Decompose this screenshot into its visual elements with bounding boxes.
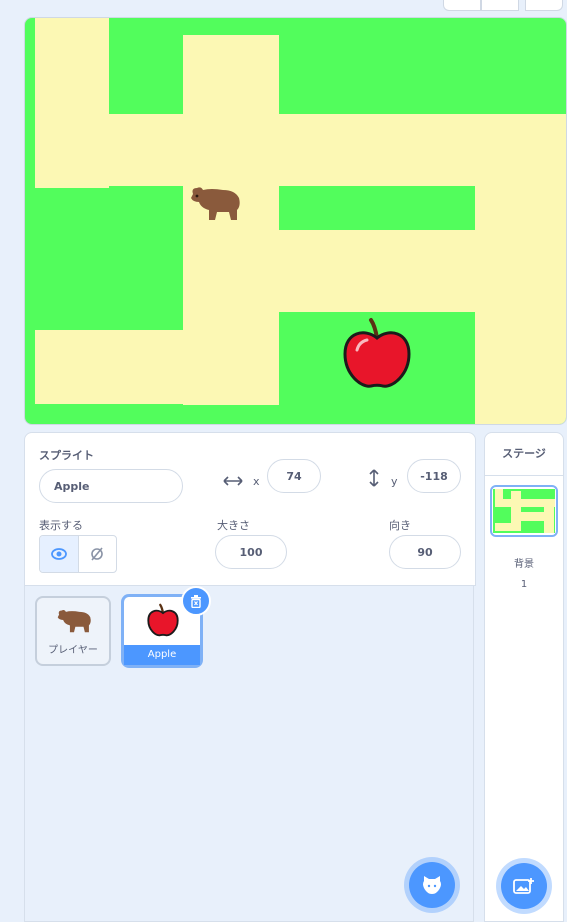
normal-stage-button[interactable] <box>481 0 519 11</box>
eye-icon <box>50 548 67 560</box>
fullscreen-button[interactable] <box>525 0 563 11</box>
sprite-tile-label: Apple <box>124 645 200 665</box>
apple-icon <box>147 603 179 637</box>
stage-canvas[interactable] <box>24 17 567 425</box>
trash-icon <box>191 594 201 608</box>
backdrop-count: 1 <box>520 579 528 590</box>
bear-icon <box>57 610 91 633</box>
direction-label: 向き <box>389 519 411 532</box>
vertical-arrows-icon <box>369 469 379 487</box>
apple-sprite[interactable] <box>341 316 413 390</box>
small-stage-button[interactable] <box>443 0 481 11</box>
sprite-list-pane: プレイヤー Apple <box>24 585 474 922</box>
backdrop-label: 背景 <box>514 559 534 570</box>
bear-sprite[interactable] <box>187 182 243 222</box>
stage-thumbnail[interactable] <box>490 485 558 537</box>
horizontal-arrows-icon <box>223 476 243 486</box>
sprite-name-input[interactable]: Apple <box>39 469 183 503</box>
visibility-toggle <box>39 535 117 573</box>
cat-add-icon <box>423 876 441 894</box>
hidden-icon <box>91 547 104 561</box>
delete-sprite-button[interactable] <box>181 586 211 616</box>
sprite-tile-player[interactable]: プレイヤー <box>35 596 111 666</box>
backdrop-thumbnail <box>493 489 555 533</box>
stage-selector: ステージ 背景 1 <box>484 432 564 922</box>
sprite-tile-label: プレイヤー <box>48 645 98 656</box>
hide-button[interactable] <box>79 536 117 572</box>
choose-backdrop-button[interactable] <box>501 863 547 909</box>
maze-path <box>183 230 566 312</box>
direction-input[interactable]: 90 <box>389 535 461 569</box>
stage-size-controls <box>443 0 563 11</box>
maze-path <box>35 330 279 404</box>
y-label: y <box>391 475 398 488</box>
stage-title: ステージ <box>485 433 563 476</box>
y-position-input[interactable]: -118 <box>407 459 461 493</box>
show-label: 表示する <box>39 519 83 532</box>
size-label: 大きさ <box>217 519 250 532</box>
choose-sprite-button[interactable] <box>409 862 455 908</box>
show-button[interactable] <box>40 536 79 572</box>
image-add-icon <box>513 878 534 894</box>
x-label: x <box>253 475 260 488</box>
size-input[interactable]: 100 <box>215 535 287 569</box>
sprite-info-panel: スプライト Apple x 74 y -118 表示する 大きさ 100 向き … <box>24 432 476 586</box>
x-position-input[interactable]: 74 <box>267 459 321 493</box>
sprite-panel-title: スプライト <box>39 449 94 462</box>
